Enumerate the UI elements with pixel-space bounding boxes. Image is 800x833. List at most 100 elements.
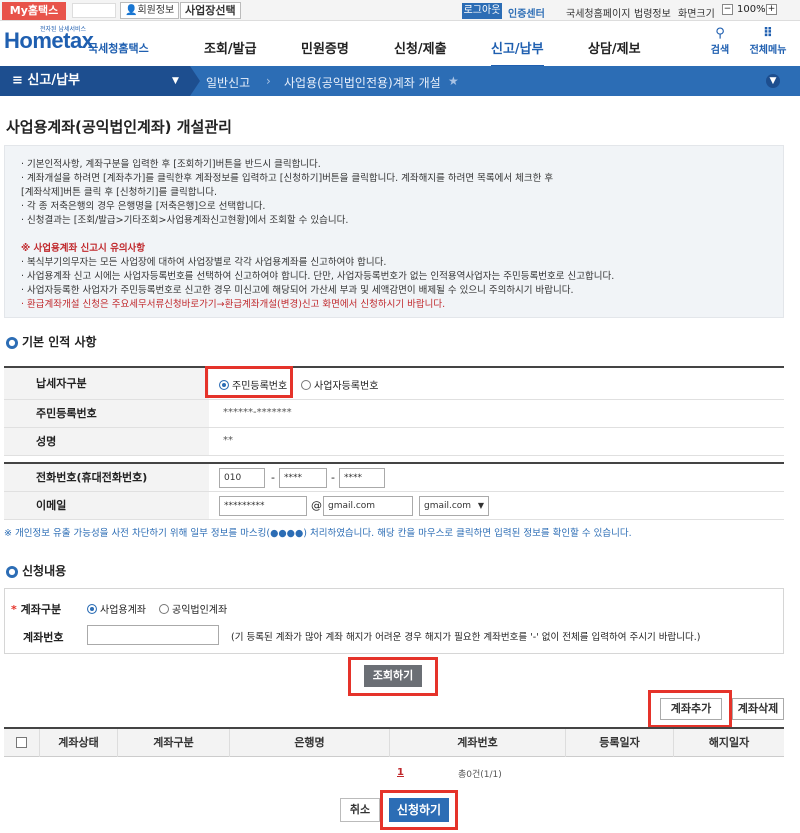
radio-unchecked-icon bbox=[159, 604, 169, 614]
col-reg-date: 등록일자 bbox=[566, 729, 674, 757]
all-menu-button[interactable]: ⠿ 전체메뉴 bbox=[740, 26, 796, 56]
taxpayer-type-label: 납세자구분 bbox=[4, 368, 209, 400]
phone-row: 010 - **** - **** bbox=[209, 464, 784, 492]
col-status: 계좌상태 bbox=[40, 729, 118, 757]
notice-box: · 기본인적사항, 계좌구분을 입력한 후 [조회하기]버튼을 반드시 클릭합니… bbox=[4, 145, 784, 318]
zoom-level: 100% bbox=[737, 4, 766, 15]
email-domain-select[interactable]: gmail.com ▼ bbox=[419, 496, 489, 516]
business-select-button[interactable]: 사업장선택 bbox=[180, 2, 241, 19]
section-bullet-icon: ● bbox=[6, 337, 18, 349]
cancel-button[interactable]: 취소 bbox=[340, 798, 380, 822]
email-id-input[interactable]: ********* bbox=[219, 496, 307, 516]
contact-table: 전화번호(휴대전화번호) 010 - **** - **** 이메일 *****… bbox=[4, 462, 784, 520]
name-value[interactable]: ** bbox=[223, 435, 233, 446]
select-all-checkbox[interactable] bbox=[16, 737, 27, 748]
email-label: 이메일 bbox=[4, 492, 209, 520]
email-domain-input[interactable]: gmail.com bbox=[323, 496, 413, 516]
account-no-label: 계좌번호 bbox=[23, 631, 64, 644]
section-bullet-icon: ● bbox=[6, 566, 18, 578]
rrn-label: 주민등록번호 bbox=[4, 400, 209, 428]
screen-size-label: 화면크기 bbox=[678, 9, 715, 20]
zoom-out-button[interactable]: − bbox=[722, 4, 733, 15]
rrn-row: ******-******* bbox=[209, 400, 784, 428]
notice-line: · 신청결과는 [조회/발급>기타조회>사업용계좌신고현황]에서 조회할 수 있… bbox=[21, 215, 349, 226]
privacy-note: ※ 개인정보 유출 가능성을 사전 차단하기 위해 일부 정보를 마스킹(●●●… bbox=[4, 528, 632, 539]
apply-heading: ● 신청내용 bbox=[6, 562, 66, 579]
notice-line: · 기본인적사항, 계좌구분을 입력한 후 [조회하기]버튼을 반드시 클릭합니… bbox=[21, 159, 321, 170]
rrn-value[interactable]: ******-******* bbox=[223, 407, 292, 418]
menu-consult[interactable]: 상담/제보 bbox=[588, 38, 641, 57]
radio-checked-icon bbox=[87, 604, 97, 614]
hamburger-icon: ≡ bbox=[12, 73, 28, 88]
member-info-button[interactable]: 👤회원정보 bbox=[120, 2, 180, 19]
phone-label: 전화번호(휴대전화번호) bbox=[4, 464, 209, 492]
hometax-logo[interactable]: 전자된 납세서비스 Hometax 국세청홈택스 bbox=[4, 26, 149, 55]
basic-info-heading: ● 기본 인적 사항 bbox=[6, 333, 97, 350]
page-number-link[interactable]: 1 bbox=[397, 767, 404, 778]
account-no-hint: (기 등록된 계좌가 많아 계좌 해지가 어려운 경우 해지가 필요한 계좌번호… bbox=[231, 632, 701, 643]
account-table-header: 계좌상태 계좌구분 은행명 계좌번호 등록일자 해지일자 bbox=[4, 727, 784, 757]
phone-middle-input[interactable]: **** bbox=[279, 468, 327, 488]
col-account-no: 계좌번호 bbox=[390, 729, 566, 757]
col-cancel-date: 해지일자 bbox=[708, 736, 750, 749]
my-hometax-tab[interactable]: My홈택스 bbox=[2, 2, 66, 20]
radio-public-account[interactable]: 공익법인계좌 bbox=[159, 601, 227, 616]
radio-business-no[interactable]: 사업자등록번호 bbox=[301, 377, 378, 392]
warning-line: · 사업용계좌 신고 시에는 사업자등록번호를 선택하여 신고하여야 합니다. … bbox=[21, 271, 615, 282]
radio-unchecked-icon bbox=[301, 380, 311, 390]
warning-line: · 복식부기의무자는 모든 사업장에 대하여 사업장별로 각각 사업용계좌를 신… bbox=[21, 257, 387, 268]
law-info-link[interactable]: 법령정보 bbox=[634, 5, 671, 20]
phone-dash: - bbox=[271, 471, 275, 484]
notice-line: · 각 종 저축은행의 경우 은행명을 [저축은행]으로 선택합니다. bbox=[21, 201, 266, 212]
nav-current-menu[interactable]: ≡ 신고/납부 ▼ bbox=[0, 66, 190, 96]
search-button[interactable]: ⚲ 검색 bbox=[707, 26, 733, 56]
email-row: ********* @ gmail.com gmail.com ▼ bbox=[209, 492, 784, 520]
select-all-cell bbox=[4, 729, 40, 757]
breadcrumb-separator: › bbox=[266, 74, 271, 88]
breadcrumb-current-page: 사업용(공익법인전용)계좌 개설 bbox=[284, 76, 441, 90]
notice-line: · 계좌개설을 하려면 [계좌추가]를 클릭한후 계좌정보를 입력하고 [신청하… bbox=[21, 173, 554, 184]
phone-last-input[interactable]: **** bbox=[339, 468, 385, 488]
radio-business-account[interactable]: 사업용계좌 bbox=[87, 601, 146, 616]
dropdown-icon: ▼ bbox=[172, 76, 179, 86]
highlight-submit-button bbox=[380, 790, 458, 830]
logout-button[interactable]: 로그아웃 bbox=[462, 3, 502, 19]
top-utility-bar: My홈택스 👤회원정보 사업장선택 로그아웃 인증센터 국세청홈페이지 법령정보… bbox=[0, 0, 800, 21]
phone-prefix-input[interactable]: 010 bbox=[219, 468, 265, 488]
search-icon: ⚲ bbox=[715, 26, 725, 41]
main-header: 전자된 납세서비스 Hometax 국세청홈택스 조회/발급 민원증명 신청/제… bbox=[0, 22, 800, 68]
account-type-label: * 계좌구분 bbox=[11, 603, 62, 616]
grid-icon: ⠿ bbox=[762, 26, 774, 41]
name-row: ** bbox=[209, 428, 784, 456]
email-at: @ bbox=[311, 499, 322, 512]
chevron-down-icon[interactable]: ▼ bbox=[766, 74, 780, 88]
warning-line: · 사업자등록한 사업자가 주민등록번호로 신고한 경우 미신고에 해당되어 가… bbox=[21, 285, 574, 296]
menu-report-pay[interactable]: 신고/납부 bbox=[491, 38, 544, 68]
chevron-down-icon: ▼ bbox=[477, 501, 484, 510]
page-title: 사업용계좌(공익법인계좌) 개설관리 bbox=[6, 118, 232, 136]
user-name-field bbox=[72, 3, 116, 18]
warning-title: ※ 사업용계좌 신고시 유의사항 bbox=[21, 243, 146, 254]
nts-home-link[interactable]: 국세청홈페이지 bbox=[566, 5, 630, 20]
menu-certificates[interactable]: 민원증명 bbox=[301, 38, 349, 57]
phone-dash: - bbox=[331, 471, 335, 484]
name-label: 성명 bbox=[4, 428, 209, 456]
basic-info-table: 납세자구분 주민등록번호 사업자등록번호 주민등록번호 ******-*****… bbox=[4, 366, 784, 456]
menu-inquiry[interactable]: 조회/발급 bbox=[204, 38, 257, 57]
breadcrumb-general-report[interactable]: 일반신고 bbox=[206, 74, 250, 91]
taxpayer-type-row: 주민등록번호 사업자등록번호 bbox=[209, 368, 784, 400]
apply-box: * 계좌구분 사업용계좌 공익법인계좌 계좌번호 (기 등록된 계좌가 많아 계… bbox=[4, 588, 784, 654]
col-account-type: 계좌구분 bbox=[118, 729, 230, 757]
zoom-in-button[interactable]: + bbox=[766, 4, 777, 15]
notice-line: [계좌삭제]버튼 클릭 후 [신청하기]를 클릭합니다. bbox=[21, 187, 217, 198]
menu-apply-submit[interactable]: 신청/제출 bbox=[394, 38, 447, 57]
highlight-search-button bbox=[348, 657, 438, 696]
total-count: 총0건(1/1) bbox=[458, 770, 502, 780]
favorite-star-icon[interactable]: ★ bbox=[448, 74, 459, 88]
cert-center-link[interactable]: 인증센터 bbox=[508, 5, 545, 20]
required-mark: * bbox=[11, 603, 21, 616]
account-no-input[interactable] bbox=[87, 625, 219, 645]
warning-line: · 환급계좌개설 신청은 주요세무서류신청바로가기→환급계좌개설(변경)신고 화… bbox=[21, 299, 446, 310]
breadcrumb-bar: ≡ 신고/납부 ▼ 일반신고 › 사업용(공익법인전용)계좌 개설 ★ ▼ bbox=[0, 66, 800, 96]
delete-account-button[interactable]: 계좌삭제 bbox=[732, 698, 784, 720]
